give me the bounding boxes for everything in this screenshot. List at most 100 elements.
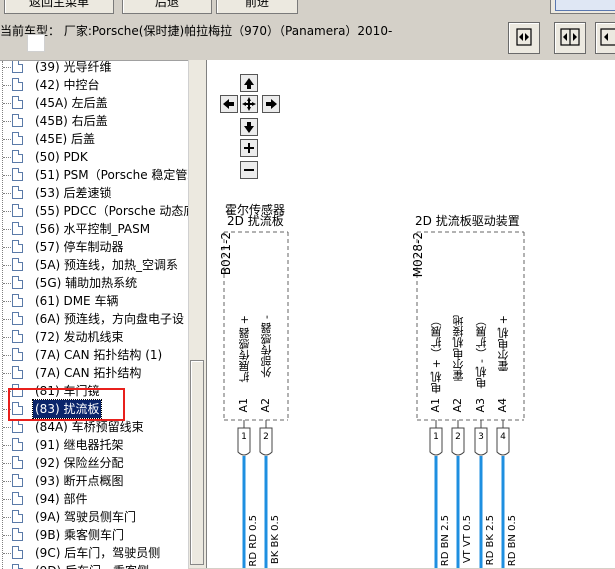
tree-item-label: (45B) 右后盖 [35,114,108,128]
tree-item[interactable]: (92) 保险丝分配 [0,454,188,472]
tree-item-label: (9C) 后车门，驾驶员侧 [35,546,161,560]
component-code: M028-2 [411,232,425,278]
right-toolbar-button[interactable] [550,0,615,14]
document-icon [12,168,23,181]
document-icon [12,240,23,253]
document-icon [12,150,23,163]
tree-item[interactable]: (7A) CAN 拓扑结构 (1) [0,346,188,364]
tree-item[interactable]: (93) 断开点概图 [0,472,188,490]
signal-label: 扩展传感器 + [238,315,251,383]
tree-item[interactable]: (7A) CAN 拓扑结构 [0,364,188,382]
tree-item-label: (53) 后差速锁 [35,186,112,200]
wire-label: RD RD 0.5 [248,515,259,567]
circuit-tree[interactable]: (39) 光导纤维 (42) 中控台 (45A) 左后盖 (45B) 右后盖 (45E)… [0,60,188,569]
tree-item[interactable]: (55) PDCC（Porsche 动态底 [0,202,188,220]
tree-item-label: (7A) CAN 拓扑结构 [35,366,142,380]
document-icon [12,186,23,199]
tree-item[interactable]: (50) PDK [0,148,188,166]
document-icon [12,294,23,307]
document-icon [12,528,23,541]
document-icon [12,420,23,433]
document-icon [12,132,23,145]
document-icon [12,456,23,469]
tree-item[interactable]: (51) PSM（Porsche 稳定管理 [0,166,188,184]
tree-item[interactable]: (9B) 乘客侧车门 [0,526,188,544]
document-icon [12,492,23,505]
diagram-lines [223,231,525,568]
document-icon [12,204,23,217]
tree-item[interactable]: (45E) 后盖 [0,130,188,148]
tree-item[interactable]: (9A) 驾驶员侧车门 [0,508,188,526]
tree-item[interactable]: (91) 继电器托架 [0,436,188,454]
tree-item-label: (6A) 预连线，方向盘电子设 [35,312,185,326]
fit-icon [516,28,532,46]
tree-item-label: (57) 停车制动器 [35,240,124,254]
wire-label: RD BN 2.5 [440,515,451,567]
forward-button[interactable]: 前进 [216,0,298,14]
tree-item-label: (45A) 左后盖 [35,96,108,110]
document-icon [12,366,23,379]
connector-number: 1 [433,432,439,442]
tree-item-label: (93) 断开点概图 [35,474,124,488]
document-icon [12,564,23,569]
tree-item[interactable]: (5A) 预连线，加热_空调系 [0,256,188,274]
expand-icon [600,28,615,46]
component-code: B021-2 [219,232,233,276]
signal-label: 霍尔电机 + [497,315,510,372]
tree-item[interactable]: (45A) 左后盖 [0,94,188,112]
connector-number: 4 [500,432,506,442]
tree-item[interactable]: (72) 发动机线束 [0,328,188,346]
tree-item-label: (92) 保险丝分配 [35,456,124,470]
tree-item[interactable]: (45B) 右后盖 [0,112,188,130]
document-icon [12,348,23,361]
tree-item-label: (56) 水平控制_PASM [35,222,151,236]
tree-item-label: (72) 发动机线束 [35,330,124,344]
current-vehicle-label: 当前车型： 厂家:Porsche(保时捷)帕拉梅拉（970）（Panamera）… [0,24,393,38]
back-button[interactable]: 后退 [122,0,212,14]
connector-number: 2 [263,432,269,442]
tree-item-label: (5A) 预连线，加热_空调系 [35,258,179,272]
tree-item[interactable]: (42) 中控台 [0,76,188,94]
tree-item[interactable]: (39) 光导纤维 [0,61,188,76]
document-icon [12,258,23,271]
tree-item[interactable]: (5G) 辅助加热系统 [0,274,188,292]
pin-label: A3 [474,398,487,413]
document-icon [12,510,23,523]
pin-label: A2 [259,398,272,413]
fit-view-button[interactable] [508,22,540,54]
tree-item-label: (94) 部件 [35,492,88,506]
tree-item-label: (45E) 后盖 [35,132,96,146]
expand-view-button[interactable] [595,22,615,54]
tree-item[interactable]: (61) DME 车辆 [0,292,188,310]
tree-scrollbar[interactable] [188,60,206,568]
tree-item[interactable]: (53) 后差速锁 [0,184,188,202]
tree-item[interactable]: (56) 水平控制_PASM [0,220,188,238]
tree-item[interactable]: (6A) 预连线，方向盘电子设 [0,310,188,328]
component-title-line2: 2D 扰流板驱动装置 [415,214,520,228]
tree-item-label: (51) PSM（Porsche 稳定管理 [35,168,188,182]
tree-item-label: (61) DME 车辆 [35,294,119,308]
compare-icon [560,28,580,46]
document-icon [12,474,23,487]
tree-item-label: (7A) CAN 拓扑结构 (1) [35,348,163,362]
tree-item[interactable]: (57) 停车制动器 [0,238,188,256]
document-icon [12,96,23,109]
pin-label: A1 [429,398,442,413]
scrollbar-thumb[interactable] [190,360,204,565]
tree-item-label: (5G) 辅助加热系统 [35,276,138,290]
tree-item[interactable]: (94) 部件 [0,490,188,508]
tree-item[interactable]: (9C) 后车门，驾驶员侧 [0,544,188,562]
pin-label: A2 [451,398,464,413]
document-icon [12,78,23,91]
highlight-box [8,388,125,421]
document-icon [12,438,23,451]
wiring-diagram-canvas[interactable]: 霍尔传感器 2D 扰流板 B021-2 扩展传感器 + A1 1 RD RD 0.5 外部传感… [206,60,615,568]
tree-item-label: (42) 中控台 [35,78,100,92]
connector-number: 1 [241,432,247,442]
tree-item-label: (55) PDCC（Porsche 动态底 [35,204,188,218]
document-icon [12,312,23,325]
compare-view-button[interactable] [554,22,586,54]
main-menu-button[interactable]: 返回主菜单 [4,0,114,14]
wire-label: RD BN 0.5 [507,515,518,567]
signal-label: 霍尔电机接地 [452,315,465,381]
